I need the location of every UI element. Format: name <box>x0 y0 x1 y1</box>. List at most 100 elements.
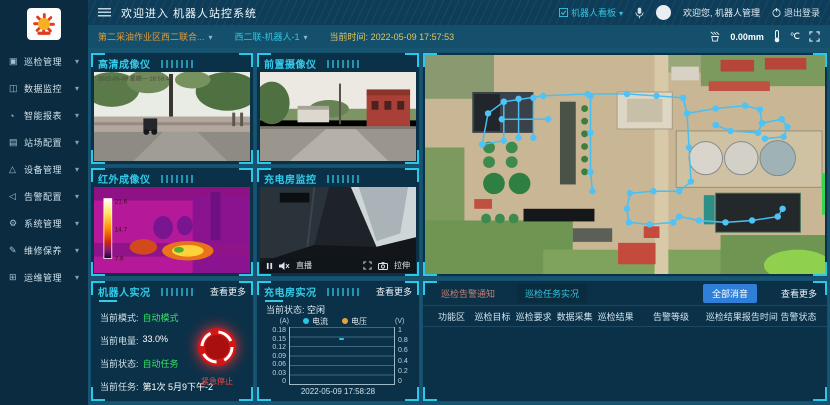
panel-title-bar: 充电房实况 查看更多 <box>257 281 419 299</box>
axis-tick: 0 <box>282 378 286 385</box>
user-avatar[interactable] <box>656 5 671 20</box>
current-data-point <box>339 338 344 340</box>
title-stripes-decoration <box>327 60 361 68</box>
hd-camera-scene: 2022-05-09 星期一 18:59:45 <box>94 72 250 161</box>
menu-item-icon: ⚙ <box>9 218 22 229</box>
sidebar-menu-item[interactable]: ⊞ 运维管理 <box>0 264 88 291</box>
logout-button[interactable]: 退出登录 <box>772 6 820 19</box>
fullscreen-icon[interactable] <box>809 31 820 42</box>
hd-camera-feed[interactable]: 2022-05-09 星期一 18:59:45 <box>94 72 250 161</box>
snapshot-camera-icon[interactable] <box>378 262 388 270</box>
temperature-unit: ℃ <box>790 31 800 42</box>
tab-task-live[interactable]: 巡检任务实况 <box>517 284 587 303</box>
axis-tick: 0.15 <box>272 336 286 343</box>
thermal-colorbar <box>104 199 112 259</box>
robot-board-dropdown[interactable]: 机器人看板 <box>559 6 623 19</box>
petrochina-logo <box>27 8 61 40</box>
front-camera-feed[interactable] <box>260 72 416 161</box>
panel-title-bar: 机器人实况 查看更多 <box>91 281 253 299</box>
infrared-camera-panel: 红外成像仪 <box>90 167 254 277</box>
chart-body: 0.180.150.120.090.060.030 10.80.60.40.20 <box>263 327 413 385</box>
menu-item-icon: ◫ <box>9 83 22 94</box>
menu-item-icon: ▤ <box>9 137 22 148</box>
panel-title-bar: 前置摄像仪 <box>257 53 419 71</box>
axis-tick: 0.03 <box>272 370 286 377</box>
axis-tick: 1 <box>398 327 413 334</box>
front-camera-scene <box>260 72 416 161</box>
charging-room-feed[interactable]: 直播 拉伸 <box>260 187 416 273</box>
menu-item-icon: △ <box>9 164 22 175</box>
legend-current[interactable]: 电流 <box>303 316 328 327</box>
sub-header: 第二采油作业区西二联合... 西二联-机器人-1 当前时间: 2022-05-0… <box>88 25 830 48</box>
chevron-down-icon <box>75 111 79 120</box>
front-camera-panel: 前置摄像仪 <box>256 52 420 165</box>
logo-area <box>0 0 88 48</box>
sidebar-menu-item[interactable]: ◔ 智能报表 <box>0 102 88 129</box>
chevron-down-icon <box>209 32 213 42</box>
status-value: 33.0% <box>143 334 169 347</box>
robot-view-more-link[interactable]: 查看更多 <box>210 285 246 298</box>
menu-item-label: 数据监控 <box>24 82 62 95</box>
menu-item-label: 系统管理 <box>24 217 62 230</box>
area-select-value: 第二采油作业区西二联合... <box>98 30 205 43</box>
title-stripes-decoration <box>161 175 195 183</box>
legend-voltage[interactable]: 电压 <box>342 316 367 327</box>
status-label: 当前状态: <box>100 357 139 370</box>
hamburger-menu-icon[interactable] <box>98 8 111 17</box>
infrared-camera-feed[interactable]: 21.6 14.7 7.6 <box>94 187 250 273</box>
thermal-min-label: 7.6 <box>115 255 124 262</box>
sidebar-menu-item[interactable]: ▣ 巡检管理 <box>0 48 88 75</box>
title-stripes-decoration <box>161 60 195 68</box>
alarm-view-more-link[interactable]: 查看更多 <box>781 287 817 300</box>
station-map[interactable] <box>425 55 825 274</box>
chevron-down-icon <box>619 8 623 18</box>
tab-alarm-notice[interactable]: 巡检告警通知 <box>433 284 503 303</box>
rainfall-value: 0.00mm <box>730 32 764 42</box>
microphone-icon[interactable] <box>635 7 644 19</box>
alarm-tabs: 巡检告警通知 巡检任务实况 全部消音 查看更多 <box>423 281 827 305</box>
alarm-table-body <box>423 327 827 399</box>
sidebar-menu-item[interactable]: ⚙ 系统管理 <box>0 210 88 237</box>
menu-item-label: 智能报表 <box>24 109 62 122</box>
axis-tick: 0.18 <box>272 327 286 334</box>
inspection-alarm-panel: 巡检告警通知 巡检任务实况 全部消音 查看更多 功能区巡检目标巡检要求数据采集巡… <box>422 280 828 402</box>
front-camera-title: 前置摄像仪 <box>264 56 317 71</box>
charging-chart: (A) 电流 电压 (V) 0.180.150.120.090.060.030 … <box>263 315 413 397</box>
sidebar-menu-item[interactable]: ▤ 站场配置 <box>0 129 88 156</box>
sidebar-menu-item[interactable]: ◫ 数据监控 <box>0 75 88 102</box>
axis-tick: 0.6 <box>398 347 413 354</box>
live-label: 直播 <box>296 260 312 271</box>
area-select[interactable]: 第二采油作业区西二联合... <box>98 30 213 43</box>
table-column-header: 巡检结果 <box>595 310 636 323</box>
board-label: 机器人看板 <box>571 6 616 19</box>
sidebar-menu-item[interactable]: ◁ 告警配置 <box>0 183 88 210</box>
hd-camera-title: 高清成像仪 <box>98 56 151 71</box>
sidebar-menu-item[interactable]: △ 设备管理 <box>0 156 88 183</box>
camera-timestamp-overlay: 2022-05-09 星期一 18:59:45 <box>98 76 173 83</box>
thermal-max-label: 21.6 <box>115 198 128 205</box>
axis-tick: 0.4 <box>398 358 413 365</box>
table-column-header: 告警等级 <box>636 310 706 323</box>
charging-view-more-link[interactable]: 查看更多 <box>376 285 412 298</box>
chevron-down-icon <box>304 32 308 42</box>
speaker-muted-icon[interactable] <box>279 262 290 270</box>
fullscreen-icon[interactable] <box>363 261 372 270</box>
emergency-stop-button[interactable]: 紧急停止 <box>193 325 241 387</box>
thermal-mid-label: 14.7 <box>115 227 128 234</box>
menu-item-label: 巡检管理 <box>24 55 62 68</box>
page-title: 欢迎进入 机器人站控系统 <box>121 5 257 21</box>
menu-item-icon: ◁ <box>9 191 22 202</box>
pause-icon[interactable] <box>266 262 273 270</box>
chevron-down-icon <box>75 219 79 228</box>
mute-all-button[interactable]: 全部消音 <box>703 284 757 303</box>
sidebar-menu: ▣ 巡检管理 ◫ 数据监控 ◔ 智能报表 ▤ 站场配置 <box>0 48 88 291</box>
menu-item-icon: ✎ <box>9 245 22 256</box>
sidebar-menu-item[interactable]: ✎ 维修保养 <box>0 237 88 264</box>
chart-legend: 电流 电压 <box>303 316 367 327</box>
map-scrollbar[interactable] <box>822 173 825 215</box>
aerial-map-scene <box>425 55 825 274</box>
chevron-down-icon <box>75 246 79 255</box>
chevron-down-icon <box>75 84 79 93</box>
robot-select[interactable]: 西二联-机器人-1 <box>235 30 308 43</box>
charging-camera-title: 充电房监控 <box>264 171 317 186</box>
